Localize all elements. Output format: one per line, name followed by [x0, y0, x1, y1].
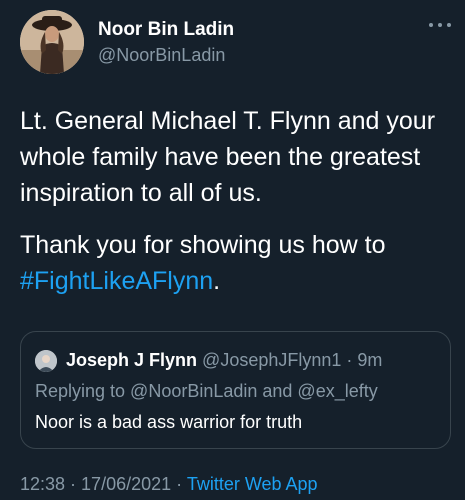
author-display-name[interactable]: Noor Bin Ladin	[98, 19, 234, 41]
avatar-photo	[20, 10, 84, 74]
quoted-author-name: Joseph J Flynn	[66, 350, 198, 370]
tweet-text: Thank you for showing us how to	[20, 231, 386, 259]
tweet-text-end: .	[213, 267, 221, 295]
tweet-footer: 12:38 · 17/06/2021 · Twitter Web App	[20, 474, 318, 495]
tweet-text-paragraph-2: Thank you for showing us how to #FightLi…	[20, 227, 460, 299]
footer-separator: ·	[65, 474, 82, 494]
replying-to: Replying to @NoorBinLadin and @ex_lefty	[35, 381, 378, 401]
author-avatar[interactable]	[20, 10, 84, 74]
meta-separator: ·	[341, 350, 358, 370]
quoted-tweet[interactable]: Joseph J Flynn @JosephJFlynn1 · 9m Reply…	[20, 331, 451, 449]
more-options-icon[interactable]	[429, 18, 451, 32]
quoted-tweet-time: 9m	[357, 350, 383, 370]
more-dot	[438, 23, 442, 27]
more-dot	[429, 23, 433, 27]
quoted-avatar-photo	[35, 350, 57, 372]
tweet-time[interactable]: 12:38	[20, 474, 65, 494]
quoted-author-handle: @JosephJFlynn1	[202, 350, 342, 370]
tweet-text-paragraph-1: Lt. General Michael T. Flynn and your wh…	[20, 107, 436, 207]
tweet-date[interactable]: 17/06/2021	[81, 474, 171, 494]
tweet-source-link[interactable]: Twitter Web App	[187, 474, 318, 494]
footer-separator: ·	[171, 474, 187, 494]
quoted-author-avatar	[35, 350, 57, 372]
quoted-tweet-header: Joseph J Flynn @JosephJFlynn1 · 9m	[66, 350, 382, 371]
quoted-tweet-text: Noor is a bad ass warrior for truth	[35, 412, 303, 432]
author-handle[interactable]: @NoorBinLadin	[98, 45, 225, 66]
hashtag-link[interactable]: #FightLikeAFlynn	[20, 267, 213, 295]
more-dot	[447, 23, 451, 27]
tweet: Noor Bin Ladin @NoorBinLadin Lt. General…	[0, 0, 465, 500]
